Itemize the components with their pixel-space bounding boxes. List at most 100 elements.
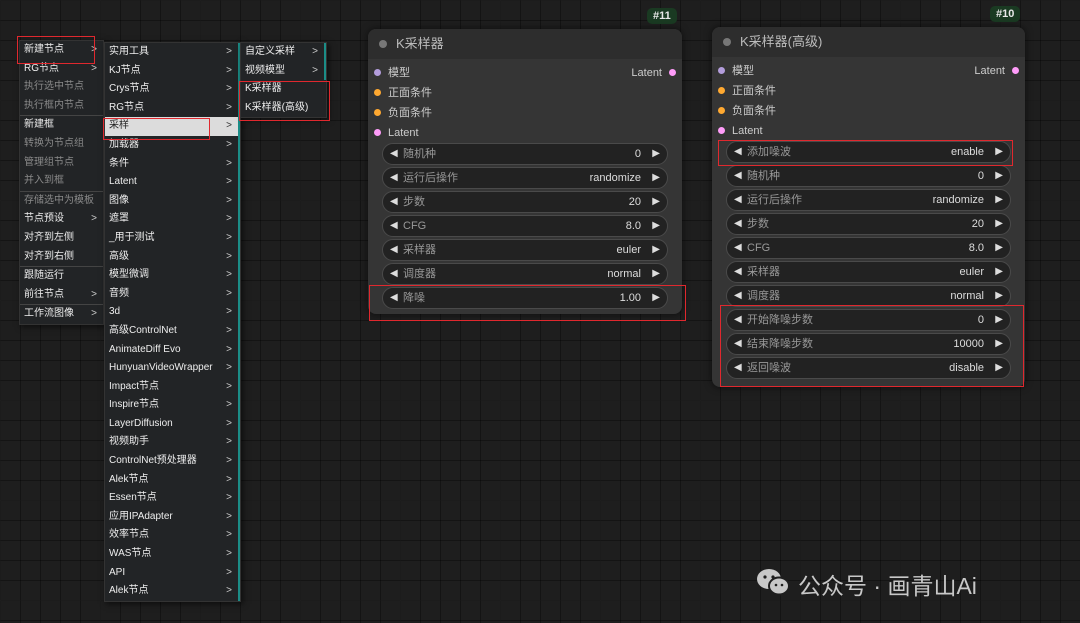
node-title-bar[interactable]: K采样器(高级) (712, 27, 1025, 57)
input-slot[interactable]: 负面条件 (374, 105, 432, 121)
arrow-right-icon[interactable]: ▶ (995, 190, 1003, 210)
arrow-right-icon[interactable]: ▶ (652, 168, 660, 188)
submenu-item[interactable]: Impact节点 > (105, 377, 240, 397)
collapse-dot-icon[interactable] (723, 38, 731, 46)
widget-5[interactable]: ◀ 采样器 euler ▶ (726, 261, 1011, 283)
submenu-item[interactable]: 采样 > (105, 117, 240, 136)
arrow-right-icon[interactable]: ▶ (995, 238, 1003, 258)
submenu-item[interactable]: 高级ControlNet > (105, 321, 240, 341)
submenu-item[interactable]: 自定义采样 > (241, 43, 326, 62)
submenu-item[interactable]: HunyuanVideoWrapper > (105, 359, 240, 378)
arrow-left-icon[interactable]: ◀ (734, 262, 742, 282)
ksampler-advanced-node[interactable]: K采样器(高级) 模型 正面条件 负面条件 Latent Latent ◀ 添加噪波 enab… (712, 27, 1025, 387)
input-slot[interactable]: Latent (718, 123, 763, 139)
ksampler-node[interactable]: K采样器 模型 正面条件 负面条件 Latent Latent ◀ 随机种 0 ▶ ◀ 运行后操作 r… (368, 29, 682, 314)
arrow-right-icon[interactable]: ▶ (995, 166, 1003, 186)
arrow-left-icon[interactable]: ◀ (390, 264, 398, 284)
arrow-left-icon[interactable]: ◀ (734, 358, 742, 378)
submenu-item[interactable]: API > (105, 563, 240, 583)
menu-item[interactable]: 节点预设 > (20, 210, 103, 229)
submenu-item[interactable]: Essen节点 > (105, 489, 240, 508)
widget-9[interactable]: ◀ 返回噪波 disable ▶ (726, 357, 1011, 379)
widget-1[interactable]: ◀ 随机种 0 ▶ (726, 165, 1011, 187)
input-dot-icon[interactable] (374, 109, 381, 116)
arrow-left-icon[interactable]: ◀ (734, 214, 742, 234)
menu-item[interactable]: 新建节点 > (20, 41, 103, 60)
widget-6[interactable]: ◀ 调度器 normal ▶ (726, 285, 1011, 307)
arrow-right-icon[interactable]: ▶ (652, 288, 660, 308)
widget-0[interactable]: ◀ 随机种 0 ▶ (382, 143, 668, 165)
widget-3[interactable]: ◀ 步数 20 ▶ (726, 213, 1011, 235)
submenu-item[interactable]: 视频助手 > (105, 433, 240, 453)
arrow-left-icon[interactable]: ◀ (734, 286, 742, 306)
submenu-item[interactable]: Alek节点 > (105, 582, 240, 601)
submenu-item[interactable]: 视频模型 > (241, 61, 326, 81)
input-slot[interactable]: 正面条件 (718, 83, 776, 99)
arrow-left-icon[interactable]: ◀ (734, 142, 742, 162)
arrow-left-icon[interactable]: ◀ (390, 240, 398, 260)
submenu-item[interactable]: Inspire节点 > (105, 396, 240, 415)
input-slot[interactable]: 正面条件 (374, 85, 432, 101)
arrow-right-icon[interactable]: ▶ (652, 240, 660, 260)
submenu-item[interactable]: 效率节点 > (105, 526, 240, 546)
menu-item[interactable]: 对齐到右侧 (20, 248, 103, 267)
arrow-right-icon[interactable]: ▶ (652, 192, 660, 212)
arrow-left-icon[interactable]: ◀ (734, 166, 742, 186)
input-dot-icon[interactable] (374, 69, 381, 76)
submenu-item[interactable]: AnimateDiff Evo > (105, 340, 240, 360)
input-dot-icon[interactable] (718, 67, 725, 74)
menu-item[interactable]: 跟随运行 (20, 266, 103, 286)
arrow-right-icon[interactable]: ▶ (652, 144, 660, 164)
output-slot[interactable]: Latent (974, 63, 1019, 79)
input-dot-icon[interactable] (718, 87, 725, 94)
input-dot-icon[interactable] (718, 127, 725, 134)
input-slot[interactable]: Latent (374, 125, 419, 141)
menu-item[interactable]: 工作流图像 > (20, 304, 103, 324)
arrow-left-icon[interactable]: ◀ (734, 334, 742, 354)
widget-4[interactable]: ◀ CFG 8.0 ▶ (726, 237, 1011, 259)
submenu-item[interactable]: 遮罩 > (105, 210, 240, 229)
submenu-item[interactable]: WAS节点 > (105, 545, 240, 564)
arrow-right-icon[interactable]: ▶ (995, 334, 1003, 354)
widget-0[interactable]: ◀ 添加噪波 enable ▶ (726, 141, 1011, 163)
submenu-item[interactable]: 实用工具 > (105, 43, 240, 62)
arrow-right-icon[interactable]: ▶ (652, 264, 660, 284)
submenu-item[interactable]: K采样器 (241, 80, 326, 99)
output-dot-icon[interactable] (1012, 67, 1019, 74)
input-dot-icon[interactable] (374, 129, 381, 136)
input-dot-icon[interactable] (374, 89, 381, 96)
widget-6[interactable]: ◀ 降噪 1.00 ▶ (382, 287, 668, 309)
arrow-right-icon[interactable]: ▶ (995, 262, 1003, 282)
widget-2[interactable]: ◀ 步数 20 ▶ (382, 191, 668, 213)
submenu-item[interactable]: 图像 > (105, 191, 240, 211)
submenu-item[interactable]: LayerDiffusion > (105, 414, 240, 434)
submenu-item[interactable]: 应用IPAdapter > (105, 507, 240, 527)
arrow-right-icon[interactable]: ▶ (652, 216, 660, 236)
menu-item[interactable]: RG节点 > (20, 60, 103, 79)
arrow-left-icon[interactable]: ◀ (390, 192, 398, 212)
output-slot[interactable]: Latent (631, 65, 676, 81)
submenu-item[interactable]: ControlNet预处理器 > (105, 452, 240, 471)
widget-7[interactable]: ◀ 开始降噪步数 0 ▶ (726, 309, 1011, 331)
submenu-item[interactable]: Crys节点 > (105, 80, 240, 99)
arrow-left-icon[interactable]: ◀ (390, 144, 398, 164)
node-title-bar[interactable]: K采样器 (368, 29, 682, 59)
submenu-item[interactable]: Latent > (105, 173, 240, 192)
arrow-right-icon[interactable]: ▶ (995, 286, 1003, 306)
submenu-item[interactable]: 高级 > (105, 247, 240, 267)
menu-item[interactable]: 前往节点 > (20, 286, 103, 305)
submenu-item[interactable]: 3d > (105, 303, 240, 322)
submenu-item[interactable]: 模型微调 > (105, 266, 240, 285)
submenu-item[interactable]: K采样器(高级) (241, 99, 326, 118)
submenu-item[interactable]: KJ节点 > (105, 61, 240, 81)
arrow-left-icon[interactable]: ◀ (390, 216, 398, 236)
collapse-dot-icon[interactable] (379, 40, 387, 48)
submenu-item[interactable]: 条件 > (105, 154, 240, 174)
input-slot[interactable]: 模型 (374, 65, 410, 81)
output-dot-icon[interactable] (669, 69, 676, 76)
widget-3[interactable]: ◀ CFG 8.0 ▶ (382, 215, 668, 237)
arrow-right-icon[interactable]: ▶ (995, 310, 1003, 330)
input-dot-icon[interactable] (718, 107, 725, 114)
arrow-right-icon[interactable]: ▶ (995, 358, 1003, 378)
arrow-left-icon[interactable]: ◀ (390, 288, 398, 308)
